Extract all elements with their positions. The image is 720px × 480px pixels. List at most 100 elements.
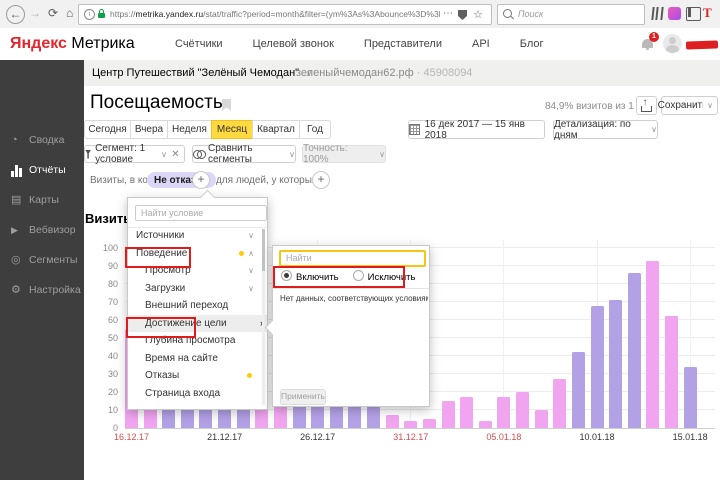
chart-y-tick-label: 10 <box>84 405 118 415</box>
sidebar-toggle-icon[interactable] <box>686 7 701 21</box>
condition-item-time-on-site[interactable]: Время на сайте <box>128 350 264 368</box>
tab-week[interactable]: Неделя <box>167 120 212 139</box>
tab-month[interactable]: Месяц <box>211 120 253 139</box>
chart-bar[interactable] <box>684 367 697 428</box>
export-icon: ↑ <box>641 100 652 112</box>
radio-unselected-icon[interactable] <box>353 270 364 281</box>
exclude-option[interactable]: Исключить <box>353 270 416 283</box>
pocket-icon[interactable] <box>458 10 467 20</box>
nav-target-call[interactable]: Целевой звонок <box>253 38 334 50</box>
chart-bar[interactable] <box>404 421 417 428</box>
sidebar-item-webvisor[interactable]: ▶ Вебвизор <box>0 216 84 245</box>
back-icon[interactable]: ← <box>6 5 25 24</box>
add-people-condition-button[interactable]: + <box>312 171 330 189</box>
chart-bar[interactable] <box>535 410 548 428</box>
chart-bar[interactable] <box>665 316 678 428</box>
accuracy-button[interactable]: Точность: 100%∨ <box>302 145 386 163</box>
top-nav: Счётчики Целевой звонок Представители AP… <box>175 28 544 60</box>
condition-item-goal-reached[interactable]: Достижение цели› <box>128 315 267 333</box>
chart-bar[interactable] <box>591 306 604 428</box>
condition-item-behavior[interactable]: Поведение∧ <box>128 245 264 263</box>
compare-segments-button[interactable]: Сравнить сегменты∨ <box>192 145 296 163</box>
goal-search-input[interactable]: Найти <box>279 250 426 267</box>
chart-bar[interactable] <box>646 261 659 428</box>
no-data-text: Нет данных, соответствующих условиям отч… <box>280 294 428 303</box>
chart-bar[interactable] <box>516 392 529 428</box>
chart-x-tick-label: 05.01.18 <box>479 432 529 442</box>
chart-x-tick-label: 26.12.17 <box>293 432 343 442</box>
reload-icon[interactable]: ⟳ <box>48 5 58 22</box>
tab-quarter[interactable]: Квартал <box>252 120 300 139</box>
chart-bar[interactable] <box>460 397 473 428</box>
condition-item-external-link[interactable]: Внешний переход <box>128 297 264 315</box>
apply-button[interactable]: Применить <box>280 389 326 405</box>
sidebar-item-reports[interactable]: Отчёты <box>0 156 84 185</box>
nav-representatives[interactable]: Представители <box>364 38 442 50</box>
chart-bar[interactable] <box>572 352 585 428</box>
forward-icon[interactable]: → <box>29 5 41 22</box>
nav-api[interactable]: API <box>472 38 490 50</box>
home-icon[interactable]: ⌂ <box>66 5 73 22</box>
library-icon[interactable] <box>651 7 664 20</box>
chart-bar[interactable] <box>442 401 455 428</box>
chart-bar[interactable] <box>423 419 436 428</box>
notification-badge: 1 <box>649 32 659 42</box>
chevron-down-icon: ∨ <box>248 280 254 298</box>
condition-item-sources[interactable]: Источники∨ <box>128 227 264 245</box>
site-info-icon[interactable]: i <box>84 9 95 20</box>
counter-selector[interactable]: Центр Путешествий "Зелёный Чемодан" ∨ <box>92 67 312 79</box>
sidebar-item-maps[interactable]: ▤ Карты <box>0 186 84 215</box>
bookmark-icon[interactable] <box>222 99 231 111</box>
chevron-down-icon: ∨ <box>289 150 295 159</box>
radio-selected-icon[interactable] <box>281 270 292 281</box>
add-visit-condition-button[interactable]: + <box>192 171 210 189</box>
gauge-icon: ◔ <box>11 126 18 155</box>
bookmark-star-icon[interactable]: ☆ <box>473 8 483 21</box>
browser-search-field[interactable]: Поиск <box>497 4 645 25</box>
condition-item-view[interactable]: Просмотр∨ <box>128 262 264 280</box>
url-bar[interactable]: i https://metrika.yandex.ru/stat/traffic… <box>78 4 492 25</box>
chart-bar[interactable] <box>553 379 566 428</box>
chart-bar[interactable] <box>609 300 622 428</box>
chart-bar[interactable] <box>628 273 641 428</box>
extension-t-icon[interactable]: T <box>703 5 712 21</box>
segment-clear-button[interactable]: ✕ <box>167 145 185 163</box>
condition-item-entry-page[interactable]: Страница входа <box>128 385 264 403</box>
goal-flyout: Найти Включить Исключить Нет данных, соо… <box>272 245 430 407</box>
scrollbar-thumb[interactable] <box>262 229 265 271</box>
sidebar-item-summary[interactable]: ◔ Сводка <box>0 126 84 155</box>
tab-yesterday[interactable]: Вчера <box>130 120 168 139</box>
condition-item-bounces[interactable]: Отказы <box>128 367 264 385</box>
page-title: Посещаемость <box>90 92 223 114</box>
chart-bar[interactable] <box>386 415 399 428</box>
search-icon <box>503 9 512 18</box>
sidebar-item-settings[interactable]: ⚙ Настройка <box>0 276 84 305</box>
chart-bar[interactable] <box>479 421 492 428</box>
chart-y-axis: 0102030405060708090100 <box>84 240 118 435</box>
extension-pink-icon[interactable] <box>668 7 681 20</box>
yandex-metrika-logo[interactable]: Яндекс Метрика <box>10 35 135 53</box>
segment-button[interactable]: Сегмент: 1 условие∨ <box>84 145 168 163</box>
chart-y-tick-label: 30 <box>84 369 118 379</box>
avatar[interactable] <box>663 34 682 53</box>
url-text[interactable]: https://metrika.yandex.ru/stat/traffic?p… <box>110 9 440 20</box>
dropdown-notch <box>200 190 216 206</box>
save-dropdown-button[interactable]: ∨ <box>703 96 718 115</box>
save-button[interactable]: Сохранить <box>661 96 704 115</box>
export-button[interactable]: ↑ <box>636 96 657 115</box>
sidebar-item-segments[interactable]: ◎ Сегменты <box>0 246 84 275</box>
include-option[interactable]: Включить <box>281 270 339 283</box>
date-range-button[interactable]: 16 дек 2017 — 15 янв 2018 <box>408 120 545 139</box>
play-icon: ▶ <box>11 216 18 245</box>
detalization-button[interactable]: Детализация: по дням∨ <box>553 120 658 139</box>
page-actions-icon[interactable]: ⋯ <box>443 8 453 19</box>
nav-blog[interactable]: Блог <box>520 38 544 50</box>
condition-item-view-depth[interactable]: Глубина просмотра <box>128 332 264 350</box>
tab-today[interactable]: Сегодня <box>84 120 131 139</box>
chart-bar[interactable] <box>497 397 510 428</box>
condition-search-input[interactable]: Найти условие <box>135 205 267 221</box>
nav-counters[interactable]: Счётчики <box>175 38 223 50</box>
tab-year[interactable]: Год <box>299 120 331 139</box>
chart-y-tick-label: 80 <box>84 279 118 289</box>
condition-item-downloads[interactable]: Загрузки∨ <box>128 280 264 298</box>
